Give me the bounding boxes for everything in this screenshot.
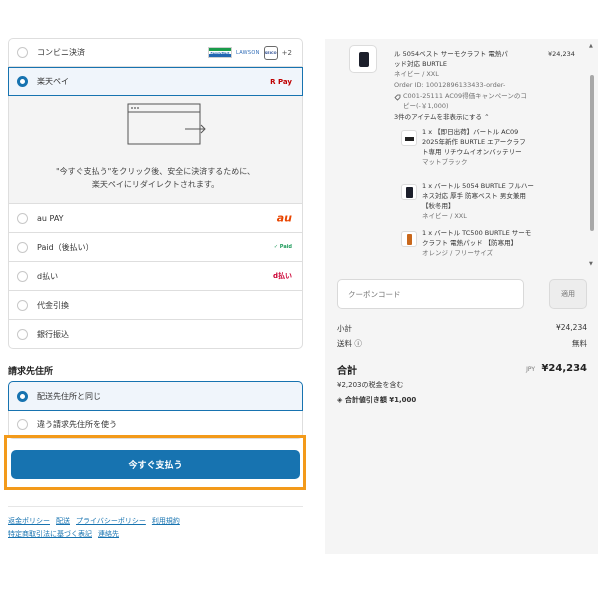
payment-option-label: 代金引換: [37, 300, 69, 310]
d-barai-logo-icon: d払い: [272, 272, 292, 280]
terms-link[interactable]: 利用規約: [152, 517, 180, 525]
lawson-logo-icon: LAWSON: [236, 49, 260, 56]
radio-button[interactable]: [17, 299, 28, 311]
paid-logo-icon: ✓ Paid: [273, 244, 292, 250]
hide-items-toggle[interactable]: 3件のアイテムを非表示にする ⌃: [394, 112, 490, 122]
sub-item-1: 1 x 【即日出荷】バートル AC09 2025年新作 BURTLE エアークラ…: [422, 128, 526, 166]
radio-button-selected[interactable]: [17, 76, 28, 87]
payment-option-paid[interactable]: Paid（後払い） ✓ Paid: [8, 233, 303, 262]
order-summary: ル 5054ベスト サーモクラフト 電熱パ ッド対応 BURTLE ¥24,23…: [325, 39, 598, 554]
chevron-up-icon: ⌃: [484, 113, 490, 121]
shipping-value: 無料: [572, 339, 587, 348]
coupon-code-input[interactable]: [337, 279, 524, 309]
billing-option-label: 配送先住所と同じ: [37, 391, 101, 401]
main-item-title: ル 5054ベスト サーモクラフト 電熱パ ッド対応 BURTLE: [394, 50, 508, 68]
currency-code: JPY: [526, 366, 536, 373]
checkout-main: コンビニ決済 FamilyMart LAWSON SEICO +2 楽天ペイ R…: [0, 0, 306, 591]
seicomart-logo-icon: SEICO: [263, 45, 278, 60]
payment-option-label: 銀行振込: [37, 329, 69, 339]
au-logo-icon: au: [276, 211, 292, 225]
billing-address-options: 配送先住所と同じ 違う請求先住所を使う: [8, 381, 303, 439]
radio-button-selected[interactable]: [17, 390, 28, 402]
payment-option-konbini[interactable]: コンビニ決済 FamilyMart LAWSON SEICO +2: [8, 38, 303, 67]
scroll-down-icon[interactable]: ▼: [589, 261, 593, 267]
contact-link[interactable]: 連絡先: [98, 530, 119, 538]
vest-thumbnail: [401, 184, 417, 200]
refund-policy-link[interactable]: 返金ポリシー: [8, 517, 50, 525]
discount-tag-icon: ◈: [337, 396, 343, 404]
shipping-label: 送料 ⓘ: [337, 339, 362, 348]
payment-option-d-barai[interactable]: d払い d払い: [8, 262, 303, 291]
more-logos-count: +2: [281, 48, 292, 57]
billing-option-label: 違う請求先住所を使う: [37, 420, 117, 429]
commerce-law-link[interactable]: 特定商取引法に基づく表記: [8, 530, 92, 538]
heat-pad-thumbnail: [401, 231, 417, 247]
discount-tag-icon: [394, 94, 401, 101]
main-item-price: ¥24,234: [548, 50, 575, 58]
billing-address-title: 請求先住所: [8, 367, 54, 377]
battery-thumbnail: [401, 130, 417, 146]
total-value: ¥24,234: [541, 363, 587, 374]
billing-same-as-shipping[interactable]: 配送先住所と同じ: [8, 381, 303, 411]
tax-note: ¥2,203の税金を含む: [337, 381, 404, 389]
scrollbar-thumb[interactable]: [590, 75, 594, 231]
footer-divider: [8, 506, 303, 507]
radio-button[interactable]: [17, 241, 28, 253]
payment-option-label: 楽天ペイ: [37, 77, 69, 86]
payment-option-label: d払い: [37, 271, 59, 281]
payment-option-bank-transfer[interactable]: 銀行振込: [8, 320, 303, 349]
sub-item-2: 1 x バートル 5054 BURTLE フルハー ネス対応 厚手 防寒ベスト …: [422, 182, 534, 220]
order-items-scroll[interactable]: ル 5054ベスト サーモクラフト 電熱パ ッド対応 BURTLE ¥24,23…: [337, 39, 593, 270]
total-label: 合計: [337, 366, 357, 377]
order-id: Order ID: 10012896133433-order-: [394, 81, 506, 89]
privacy-policy-link[interactable]: プライバシーポリシー: [76, 517, 146, 525]
footer-links: 返金ポリシー 配送 プライバシーポリシー 利用規約 特定商取引法に基づく表記 連絡先: [8, 515, 186, 541]
main-item-variant: ネイビー / XXL: [394, 70, 439, 78]
apply-coupon-button[interactable]: 適用: [549, 279, 587, 309]
pay-now-button[interactable]: 今すぐ支払う: [11, 450, 300, 479]
radio-button[interactable]: [17, 328, 28, 340]
rakuten-redirect-panel: "今すぐ支払う"をクリック後、安全に決済するために、 楽天ペイにリダイレクトされ…: [8, 96, 303, 204]
sub-item-3: 1 x バートル TC500 BURTLE サーモ クラフト 電熱パッド 【防寒…: [422, 229, 532, 257]
subtotal-row: 小計 ¥24,234: [337, 323, 587, 334]
campaign-discount: C001-25111 AC09得価キャンペーンのコ ピー(-￥1,000): [403, 92, 527, 110]
payment-option-cod[interactable]: 代金引換: [8, 291, 303, 320]
payment-option-label: Paid（後払い）: [37, 242, 94, 252]
product-thumbnail: [349, 45, 377, 73]
rakuten-pay-logo-icon: R Pay: [270, 77, 292, 86]
payment-method-list: コンビニ決済 FamilyMart LAWSON SEICO +2 楽天ペイ R…: [8, 38, 303, 349]
shipping-row: 送料 ⓘ 無料: [337, 338, 587, 349]
total-row: 合計 JPY ¥24,234: [337, 362, 587, 378]
radio-button[interactable]: [17, 212, 28, 224]
radio-button[interactable]: [17, 270, 28, 282]
radio-button[interactable]: [17, 419, 28, 430]
payment-option-rakuten-pay[interactable]: 楽天ペイ R Pay: [8, 67, 303, 96]
scroll-up-icon[interactable]: ▲: [589, 43, 593, 49]
payment-option-label: au PAY: [37, 213, 64, 223]
radio-button[interactable]: [17, 47, 28, 58]
redirect-message: "今すぐ支払う"をクリック後、安全に決済するために、 楽天ペイにリダイレクトされ…: [55, 167, 256, 189]
scrollbar[interactable]: ▲ ▼: [589, 43, 595, 267]
familymart-logo-icon: FamilyMart: [208, 47, 233, 58]
subtotal-label: 小計: [337, 324, 352, 333]
shipping-link[interactable]: 配送: [56, 517, 70, 525]
total-discount-row: ◈ 合計値引き額 ¥1,000: [337, 396, 417, 404]
subtotal-value: ¥24,234: [555, 323, 587, 332]
browser-redirect-icon: [127, 103, 206, 145]
payment-option-label: コンビニ決済: [37, 48, 85, 57]
payment-option-au-pay[interactable]: au PAY au: [8, 204, 303, 233]
